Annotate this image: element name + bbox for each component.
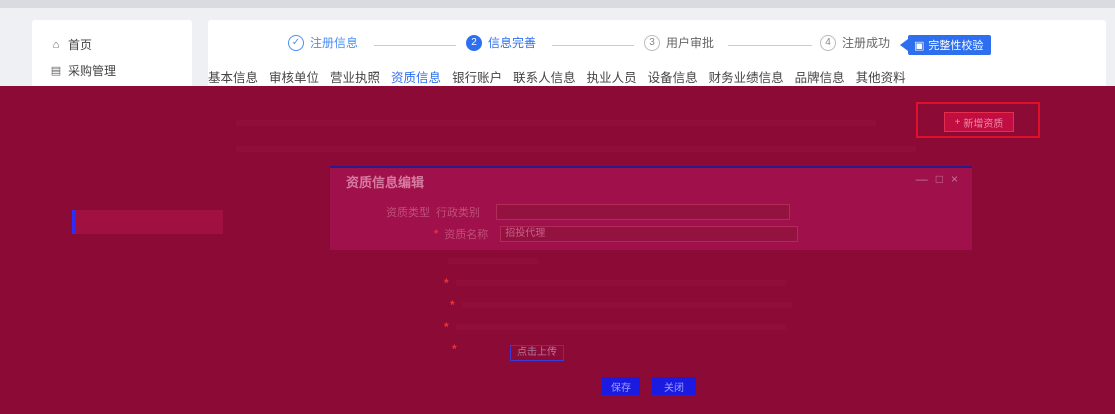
minimize-icon[interactable]: —: [916, 172, 928, 186]
table-header-faint: [236, 120, 876, 126]
maximize-icon[interactable]: □: [936, 172, 943, 186]
field-label: 资质类型: [386, 207, 430, 219]
form-row-faint: [456, 280, 786, 286]
step-label: 注册信息: [310, 36, 359, 50]
check-icon: ✓: [288, 34, 304, 51]
sidebar-item-procurement[interactable]: ▤ 采购管理: [50, 62, 116, 79]
save-button[interactable]: 保存: [602, 377, 640, 395]
step-number: 4: [820, 34, 836, 51]
dialog-title: 资质信息编辑: [346, 175, 425, 190]
upload-button[interactable]: 点击上传: [510, 345, 564, 361]
close-icon[interactable]: ×: [951, 172, 958, 186]
required-marker: *: [444, 276, 449, 290]
qualification-type-select[interactable]: [496, 204, 790, 220]
sidebar-item-label: 采购管理: [68, 64, 117, 78]
table-row-faint: [236, 146, 916, 152]
step-info-complete: 2 信息完善: [466, 34, 536, 51]
top-strip: [0, 0, 1115, 8]
required-marker: *: [452, 342, 457, 356]
sidebar-item-label: 首页: [68, 38, 93, 52]
main-panel: ✓ 注册信息 2 信息完善 3 用户审批 4 注册成功 ▣ 完整性校验 基本信息…: [208, 20, 1106, 90]
step-connector: [552, 45, 634, 46]
step-user-approval: 3 用户审批: [644, 34, 714, 51]
qualification-edit-dialog: 资质信息编辑 — □ × 资质类型 行政类别 * 资质名称 招投代理: [330, 166, 972, 250]
add-qualification-button[interactable]: + 新增资质: [944, 112, 1014, 132]
home-icon: ⌂: [52, 38, 60, 51]
close-button[interactable]: 关闭: [652, 377, 696, 395]
step-register-success: 4 注册成功: [820, 34, 890, 51]
required-marker: *: [444, 320, 449, 334]
add-qualification-label: 新增资质: [963, 118, 1004, 130]
step-register-info: ✓ 注册信息: [288, 34, 358, 51]
field-label: 资质名称: [444, 229, 489, 241]
required-marker: *: [434, 228, 439, 240]
field-qualification-name: * 资质名称 招投代理: [434, 226, 799, 242]
step-label: 用户审批: [666, 36, 715, 50]
sidebar-selected-item[interactable]: [72, 210, 223, 234]
step-label: 注册成功: [842, 36, 891, 50]
required-marker: *: [450, 298, 455, 312]
check-document-icon: ▣: [914, 39, 925, 52]
step-connector: [728, 45, 812, 46]
progress-steps: ✓ 注册信息 2 信息完善 3 用户审批 4 注册成功 ▣ 完整性校验: [208, 34, 1106, 56]
step-number: 3: [644, 34, 660, 51]
step-connector: [374, 45, 456, 46]
step-number: 2: [466, 34, 482, 51]
qualification-name-field[interactable]: 招投代理: [500, 226, 799, 242]
step-label: 信息完善: [488, 36, 537, 50]
integrity-check-label: 完整性校验: [928, 40, 984, 52]
form-row-faint: [456, 324, 786, 330]
form-row-faint: [448, 258, 538, 264]
form-row-faint: [462, 302, 792, 308]
sidebar-item-home[interactable]: ⌂ 首页: [50, 36, 92, 53]
field-value: 行政类别: [436, 207, 480, 219]
dialog-controls: — □ ×: [916, 172, 958, 186]
document-icon: ▤: [50, 65, 62, 77]
sidebar: ⌂ 首页 ▤ 采购管理: [32, 20, 192, 90]
field-qualification-type: 资质类型 行政类别: [386, 204, 790, 220]
plus-icon: +: [954, 116, 961, 128]
integrity-check-button[interactable]: ▣ 完整性校验: [899, 35, 992, 55]
